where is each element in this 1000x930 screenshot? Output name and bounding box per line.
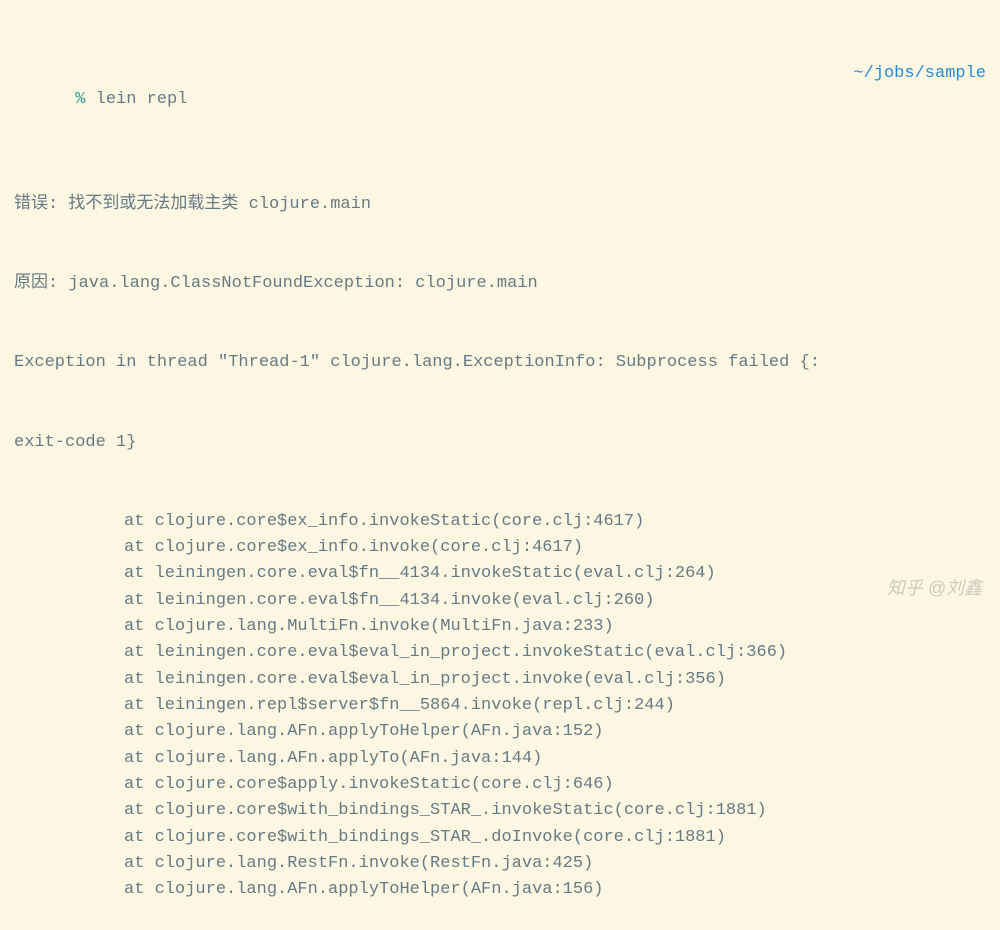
error-line: 错误: 找不到或无法加载主类 clojure.main — [14, 192, 986, 218]
exception-line-1: Exception in thread "Thread-1" clojure.l… — [14, 350, 986, 376]
stacktrace-line: at clojure.core$ex_info.invoke(core.clj:… — [14, 535, 986, 561]
stacktrace-line: at leiningen.repl$server$fn__5864.invoke… — [14, 693, 986, 719]
stacktrace-line: at leiningen.core.eval$eval_in_project.i… — [14, 667, 986, 693]
exception-line-2: exit-code 1} — [14, 430, 986, 456]
stacktrace-line: at clojure.lang.AFn.applyToHelper(AFn.ja… — [14, 877, 986, 903]
stacktrace-line: at clojure.lang.AFn.applyTo(AFn.java:144… — [14, 746, 986, 772]
stacktrace-line: at clojure.lang.AFn.applyToHelper(AFn.ja… — [14, 719, 986, 745]
terminal-output: % lein repl ~/jobs/sample 错误: 找不到或无法加载主类… — [14, 8, 986, 930]
stacktrace-line: at leiningen.core.eval$fn__4134.invoke(e… — [14, 588, 986, 614]
stacktrace-line: at clojure.lang.MultiFn.invoke(MultiFn.j… — [14, 614, 986, 640]
stacktrace-line: at clojure.core$ex_info.invokeStatic(cor… — [14, 509, 986, 535]
command-text: lein repl — [96, 90, 188, 109]
cwd-path: ~/jobs/sample — [853, 61, 986, 87]
stacktrace-line: at clojure.core$with_bindings_STAR_.doIn… — [14, 825, 986, 851]
stacktrace-line: at clojure.core$with_bindings_STAR_.invo… — [14, 798, 986, 824]
stacktrace-line: at clojure.core$apply.invokeStatic(core.… — [14, 772, 986, 798]
prompt-symbol: % — [75, 90, 85, 109]
stacktrace-line: at clojure.lang.RestFn.invoke(RestFn.jav… — [14, 851, 986, 877]
stacktrace-line: at leiningen.core.eval$fn__4134.invokeSt… — [14, 561, 986, 587]
cause-line: 原因: java.lang.ClassNotFoundException: cl… — [14, 271, 986, 297]
stacktrace-line: at leiningen.core.eval$eval_in_project.i… — [14, 640, 986, 666]
stacktrace-container: at clojure.core$ex_info.invokeStatic(cor… — [14, 509, 986, 904]
prompt-line: % lein repl ~/jobs/sample — [14, 61, 986, 140]
